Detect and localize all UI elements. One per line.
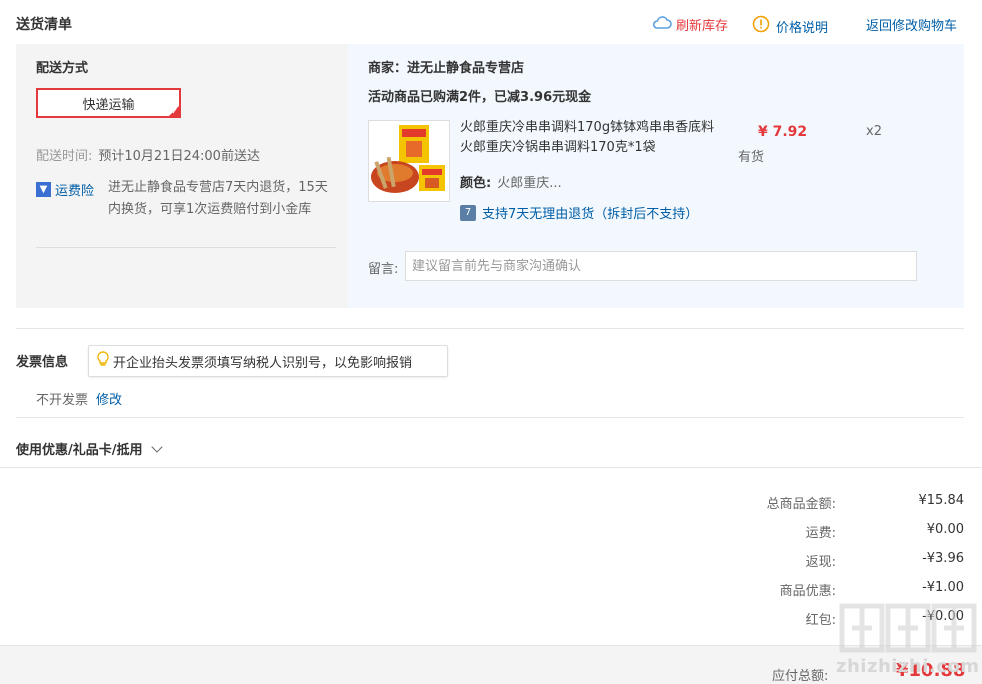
- product-price: ¥ 7.92: [758, 124, 808, 140]
- summary-row: 总商品金额: ¥15.84: [700, 493, 964, 512]
- divider: [36, 247, 336, 248]
- invoice-tip: 开企业抬头发票须填写纳税人识别号，以免影响报销: [88, 345, 448, 377]
- chevron-down-icon: [150, 440, 163, 453]
- back-to-cart-link[interactable]: 返回修改购物车: [866, 15, 957, 34]
- summary-key: 商品优惠:: [779, 584, 836, 599]
- invoice-status: 不开发票: [36, 393, 89, 408]
- divider: [16, 328, 964, 329]
- summary-key: 红包:: [805, 613, 836, 628]
- invoice-tip-text: 开企业抬头发票须填写纳税人识别号，以免影响报销: [113, 355, 413, 371]
- cloud-refresh-icon: [652, 15, 672, 34]
- delivery-time-value: 预计10月21日24:00前送达: [98, 149, 260, 164]
- summary-key: 返现:: [805, 555, 836, 570]
- price-note-label: 价格说明: [776, 20, 829, 36]
- shipping-option-express[interactable]: 快递运输 ✓: [36, 88, 181, 118]
- page-title: 送货清单: [16, 17, 72, 33]
- product-color: 颜色: 火郎重庆...: [460, 172, 562, 191]
- summary-key: 运费:: [805, 526, 836, 541]
- summary-row: 商品优惠: -¥1.00: [700, 580, 964, 599]
- summary-value: ¥15.84: [918, 493, 965, 508]
- coupon-label: 使用优惠/礼品卡/抵用: [16, 443, 143, 458]
- summary-row: 运费: ¥0.00: [700, 522, 964, 541]
- product-color-key: 颜色:: [460, 176, 492, 191]
- total-bar: [0, 645, 982, 684]
- message-label: 留言:: [368, 262, 399, 277]
- product-color-value: 火郎重庆...: [497, 176, 562, 191]
- return-policy-link[interactable]: 7 支持7天无理由退货（拆封后不支持）: [460, 203, 698, 222]
- refresh-stock-label: 刷新库存: [676, 19, 729, 34]
- insurance-badge[interactable]: ▼ 运费险: [36, 180, 94, 199]
- invoice-title: 发票信息: [16, 355, 69, 370]
- divider: [16, 417, 964, 418]
- total-label: 应付总额:: [772, 669, 829, 684]
- summary-value: ¥0.00: [926, 522, 964, 537]
- delivery-time: 配送时间: 预计10月21日24:00前送达: [36, 145, 260, 164]
- shipping-panel: [16, 44, 348, 308]
- message-input[interactable]: [405, 251, 917, 281]
- promo-text: 活动商品已购满2件，已减3.96元现金: [368, 90, 592, 105]
- return-badge-icon: 7: [460, 204, 476, 221]
- product-quantity: x2: [866, 124, 882, 139]
- return-policy-label: 支持7天无理由退货（拆封后不支持）: [482, 207, 699, 222]
- product-image[interactable]: [368, 120, 450, 202]
- coupon-toggle[interactable]: 使用优惠/礼品卡/抵用: [16, 439, 163, 458]
- watermark-text: zhizhizhi.com: [836, 656, 980, 677]
- summary-row: 返现: -¥3.96: [700, 551, 964, 570]
- shipping-option-label: 快递运输: [82, 97, 135, 113]
- insurance-description: 进无止静食品专营店7天内退货，15天内换货，可享1次运费赔付到小金库: [108, 180, 328, 217]
- summary-value: -¥1.00: [922, 580, 964, 595]
- insurance-shield-icon: ▼: [36, 182, 51, 197]
- shipping-method-label: 配送方式: [36, 61, 89, 76]
- insurance-label: 运费险: [55, 184, 95, 199]
- delivery-time-label: 配送时间:: [36, 149, 93, 164]
- seller-name: 商家：进无止静食品专营店: [368, 61, 525, 76]
- price-note-link[interactable]: 价格说明: [752, 15, 828, 37]
- check-icon: ✓: [171, 107, 178, 116]
- invoice-edit-link[interactable]: 修改: [96, 389, 122, 408]
- divider: [0, 467, 982, 468]
- refresh-stock-link[interactable]: 刷新库存: [652, 15, 728, 34]
- stock-status: 有货: [738, 150, 765, 165]
- product-name-link[interactable]: 火郎重庆冷串串调料170g钵钵鸡串串香底料 火郎重庆冷锅串串调料170克*1袋: [460, 118, 715, 158]
- lightbulb-icon: [97, 351, 109, 371]
- summary-key: 总商品金额:: [766, 497, 836, 512]
- info-circle-icon: [752, 15, 770, 37]
- summary-value: -¥3.96: [922, 551, 964, 566]
